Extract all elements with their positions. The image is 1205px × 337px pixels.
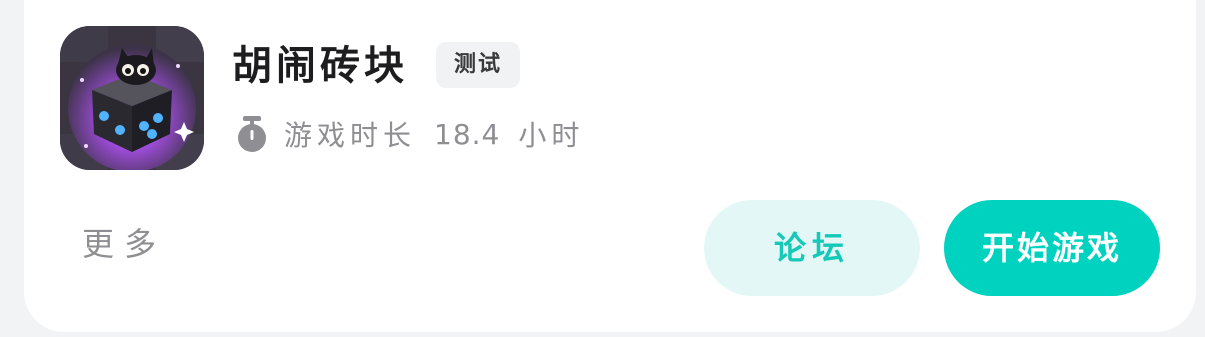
playtime-row: 游戏时长 18.4 小时 [236, 112, 584, 156]
playtime-label: 游戏时长 [284, 119, 417, 152]
game-app-icon[interactable] [60, 26, 204, 170]
cat-dice-icon [60, 26, 204, 170]
game-title: 胡闹砖块 [232, 43, 408, 89]
test-badge: 测试 [436, 42, 520, 88]
more-link[interactable]: 更多 [82, 222, 166, 266]
playtime-value: 18.4 [434, 117, 501, 151]
playtime-unit: 小时 [518, 119, 585, 152]
stopwatch-icon [238, 116, 266, 152]
start-game-button[interactable]: 开始游戏 [944, 200, 1160, 296]
forum-button[interactable]: 论坛 [704, 200, 920, 296]
